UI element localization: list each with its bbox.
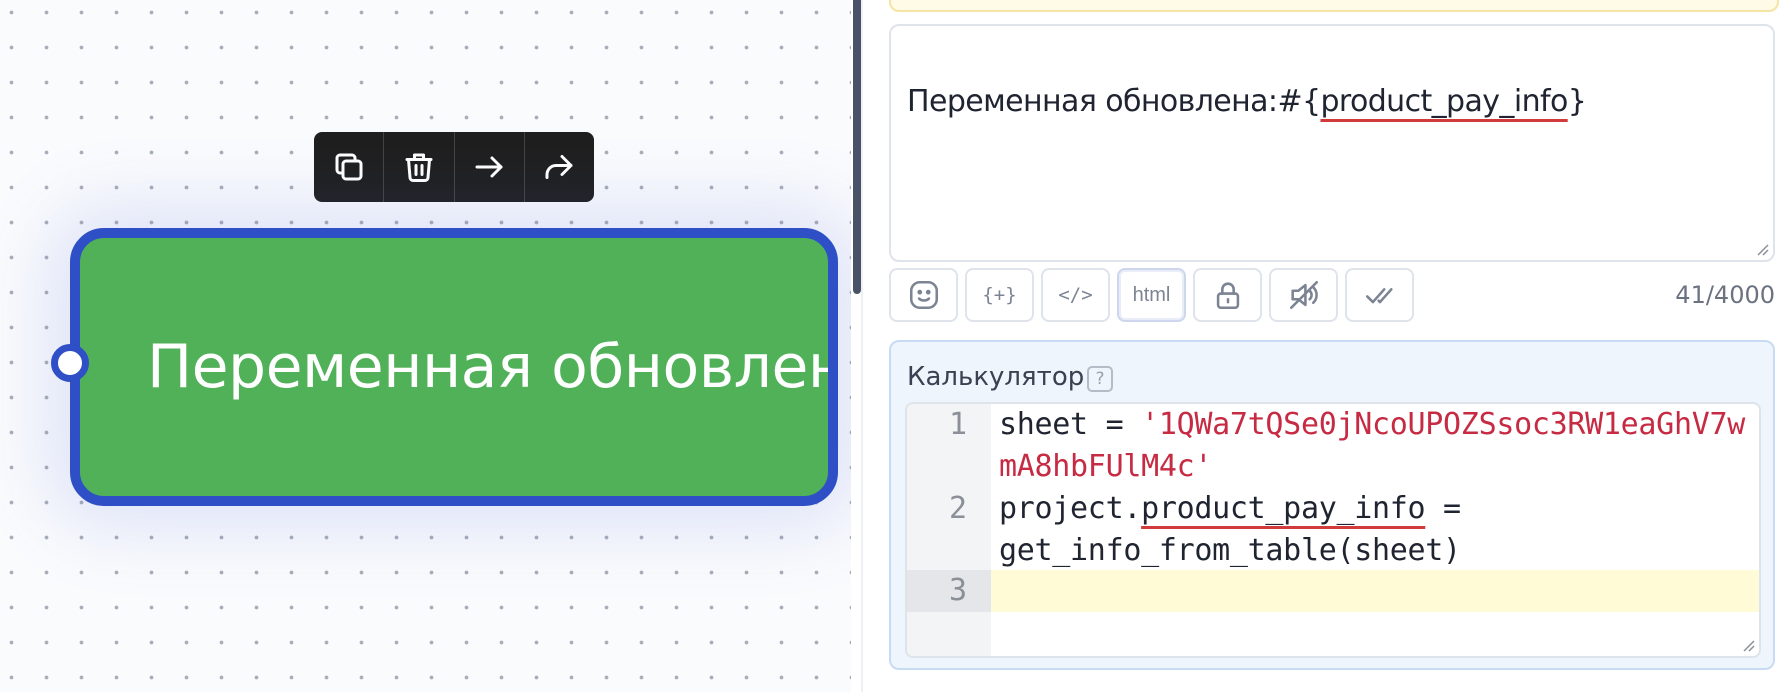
- insert-variable-button[interactable]: {+}: [965, 268, 1034, 322]
- sound-off-icon: [1289, 280, 1318, 310]
- message-variable: product_pay_info: [1320, 84, 1568, 119]
- message-text: Переменная обновлена:#{product_pay_info}: [907, 84, 1587, 119]
- connect-node-button[interactable]: [455, 132, 525, 202]
- code-token: get_info_from_table(sheet): [999, 533, 1461, 568]
- code-line-wrap: get_info_from_table(sheet): [999, 530, 1461, 572]
- trash-icon: [405, 153, 433, 182]
- code-token: =: [1425, 491, 1461, 526]
- message-text-prefix: Переменная обновлена:#{: [907, 84, 1321, 119]
- code-label: </>: [1058, 284, 1093, 306]
- active-line-highlight: [991, 570, 1759, 612]
- code-string: '1QWa7tQSe0jNcoUPOZSsoc3RW1eaGhV7w: [1141, 407, 1745, 442]
- calculator-section: Калькулятор ? 1 2 3 sheet = '1QWa7tQSe0j…: [889, 340, 1775, 670]
- html-button[interactable]: html: [1117, 268, 1186, 322]
- canvas-scrollbar[interactable]: [853, 0, 861, 294]
- insert-variable-label: {+}: [982, 284, 1017, 306]
- code-line-wrap: mA8hbFUlM4c': [999, 446, 1212, 488]
- copy-icon: [335, 153, 363, 181]
- read-receipt-button[interactable]: [1345, 268, 1414, 322]
- flow-canvas[interactable]: Переменная обновлен: [0, 0, 851, 692]
- previous-section-edge: [889, 0, 1779, 12]
- double-check-icon: [1365, 288, 1393, 304]
- line-number: 1: [948, 407, 967, 442]
- message-textarea[interactable]: Переменная обновлена:#{product_pay_info}: [889, 24, 1775, 262]
- flow-node[interactable]: Переменная обновлен: [70, 228, 838, 506]
- emoji-icon: [909, 280, 938, 310]
- node-toolbar: [314, 132, 594, 202]
- settings-panel: Переменная обновлена:#{product_pay_info}…: [863, 0, 1792, 692]
- resize-grip-icon[interactable]: [1741, 638, 1755, 652]
- code-token: project.: [999, 491, 1142, 526]
- line-number: 3: [948, 573, 967, 608]
- code-line: project.product_pay_info =: [999, 488, 1461, 530]
- message-text-suffix: }: [1567, 84, 1587, 119]
- code-line: sheet = '1QWa7tQSe0jNcoUPOZSsoc3RW1eaGhV…: [999, 404, 1745, 446]
- sound-off-button[interactable]: [1269, 268, 1338, 322]
- delete-node-button[interactable]: [384, 132, 455, 202]
- char-counter: 41/4000: [1675, 281, 1775, 309]
- resize-grip-icon[interactable]: [1755, 242, 1769, 256]
- share-node-button[interactable]: [525, 132, 594, 202]
- emoji-button[interactable]: [889, 268, 958, 322]
- code-editor[interactable]: 1 2 3 sheet = '1QWa7tQSe0jNcoUPOZSsoc3RW…: [905, 402, 1761, 658]
- code-string: mA8hbFUlM4c': [999, 449, 1213, 484]
- node-title: Переменная обновлен: [147, 332, 838, 402]
- arrow-right-icon: [475, 156, 503, 178]
- node-input-port[interactable]: [51, 344, 89, 382]
- share-icon: [545, 155, 573, 179]
- lock-icon: [1216, 282, 1239, 310]
- code-token: sheet =: [999, 407, 1142, 442]
- help-icon[interactable]: ?: [1087, 366, 1113, 392]
- lock-button[interactable]: [1193, 268, 1262, 322]
- format-toolbar: {+} </> html: [889, 268, 1414, 324]
- copy-node-button[interactable]: [314, 132, 385, 202]
- calculator-label: Калькулятор: [907, 362, 1085, 392]
- line-number: 2: [948, 491, 967, 526]
- html-label: html: [1132, 283, 1171, 306]
- code-button[interactable]: </>: [1041, 268, 1110, 322]
- code-variable: product_pay_info: [1141, 491, 1426, 526]
